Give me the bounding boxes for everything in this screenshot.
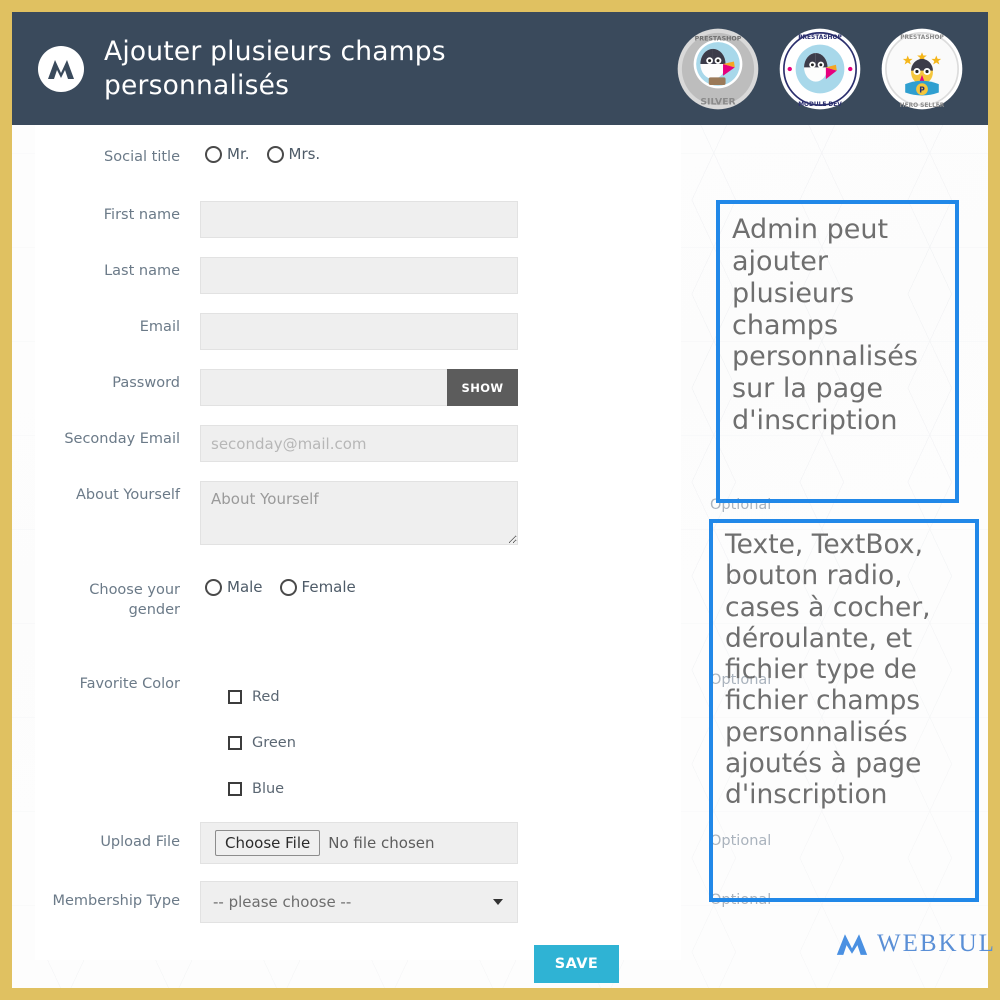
form-row-membership-type: Membership Type -- please choose -- Opti… xyxy=(35,881,771,924)
prestashop-super-hero-seller-badge: P PRESTASHOP HERO SELLER xyxy=(881,28,963,109)
callout-admin-custom-fields: Admin peut ajouter plusieurs champs pers… xyxy=(716,200,959,503)
poster-root: Ajouter plusieurs champs personnalisés P… xyxy=(0,0,1000,1000)
social-title-radio-group[interactable]: Mr. Mrs. xyxy=(200,143,695,163)
checkbox-unchecked-icon xyxy=(228,782,242,797)
about-yourself-label: About Yourself xyxy=(75,487,180,503)
first-name-label: First name xyxy=(103,207,180,223)
form-row-social-title: Social title Mr. Mrs. xyxy=(35,143,695,173)
form-row-upload-file: Upload File Choose File No file chosen O… xyxy=(35,822,771,865)
webkul-footer-logo: WEBKUL xyxy=(835,930,996,958)
checkbox-unchecked-icon xyxy=(228,736,242,751)
prestashop-partner-module-developer-badge: PRESTASHOP MODULE DEV xyxy=(779,28,861,109)
show-password-button[interactable]: SHOW xyxy=(447,369,518,406)
radio-label: Male xyxy=(227,578,263,596)
radio-gender-male[interactable]: Male xyxy=(200,578,263,596)
svg-text:SILVER: SILVER xyxy=(700,96,735,107)
form-row-first-name: First name xyxy=(35,201,695,238)
radio-unchecked-icon xyxy=(266,145,284,163)
form-row-password: Password SHOW xyxy=(35,369,695,406)
svg-text:PRESTASHOP: PRESTASHOP xyxy=(900,34,944,40)
header-bar: Ajouter plusieurs champs personnalisés P… xyxy=(12,12,988,125)
checkbox-color-blue[interactable]: Blue xyxy=(200,766,695,812)
email-label: Email xyxy=(139,319,180,335)
gender-radio-group[interactable]: Male Female xyxy=(200,576,695,596)
form-row-favorite-color: Favorite Color Optional Red Green Blue xyxy=(35,670,772,812)
radio-unchecked-icon xyxy=(279,578,297,596)
first-name-input[interactable] xyxy=(200,201,518,238)
last-name-input[interactable] xyxy=(200,257,518,294)
checkbox-label: Green xyxy=(252,735,296,752)
radio-label: Mr. xyxy=(227,145,250,163)
form-row-gender: Choose your gender Male Female xyxy=(35,576,695,620)
radio-label: Female xyxy=(301,578,356,596)
checkbox-unchecked-icon xyxy=(228,690,242,705)
favorite-color-checkbox-group[interactable]: Red Green Blue xyxy=(200,670,695,812)
social-title-label: Social title xyxy=(104,149,180,165)
radio-unchecked-icon xyxy=(205,578,222,596)
radio-unchecked-icon xyxy=(205,145,222,163)
radio-social-title-mrs[interactable]: Mrs. xyxy=(262,145,321,163)
checkbox-label: Blue xyxy=(252,781,285,798)
last-name-label: Last name xyxy=(104,263,180,279)
password-label: Password xyxy=(112,375,180,391)
page-title: Ajouter plusieurs champs personnalisés xyxy=(104,35,446,101)
upload-file-label: Upload File xyxy=(100,834,180,851)
checkbox-label: Red xyxy=(252,689,280,706)
form-row-seconday-email: Seconday Email xyxy=(35,425,695,462)
password-field-group: SHOW xyxy=(200,369,518,406)
radio-label: Mrs. xyxy=(288,145,321,163)
favorite-color-label: Favorite Color xyxy=(79,676,180,693)
about-yourself-textarea[interactable] xyxy=(200,481,518,545)
svg-text:PRESTASHOP: PRESTASHOP xyxy=(798,34,842,40)
checkbox-color-green[interactable]: Green xyxy=(200,720,695,766)
membership-type-value: -- please choose -- xyxy=(213,893,352,912)
registration-form: Social title Mr. Mrs. First name Last na… xyxy=(35,125,772,984)
password-input[interactable] xyxy=(200,369,447,406)
radio-social-title-mr[interactable]: Mr. xyxy=(200,145,250,163)
membership-type-label: Membership Type xyxy=(52,893,180,910)
membership-type-select[interactable]: -- please choose -- xyxy=(200,881,518,924)
radio-gender-female[interactable]: Female xyxy=(275,578,356,596)
webkul-w-icon xyxy=(38,45,84,92)
svg-text:PRESTASHOP: PRESTASHOP xyxy=(695,35,742,42)
gender-label: Choose your gender xyxy=(89,582,180,618)
seconday-email-input[interactable] xyxy=(200,425,518,462)
chevron-down-icon xyxy=(493,899,503,906)
svg-text:HERO SELLER: HERO SELLER xyxy=(900,102,945,108)
email-input[interactable] xyxy=(200,313,518,350)
upload-file-input[interactable]: Choose File No file chosen xyxy=(200,822,518,865)
choose-file-button[interactable]: Choose File xyxy=(215,830,321,857)
checkbox-color-red[interactable]: Red xyxy=(200,674,695,720)
form-row-last-name: Last name xyxy=(35,257,695,294)
save-button[interactable]: SAVE xyxy=(534,945,619,984)
chosen-file-name: No file chosen xyxy=(328,834,435,853)
callout-field-types: Texte, TextBox, bouton radio, cases à co… xyxy=(709,519,979,902)
form-row-about-yourself: About Yourself Optional xyxy=(35,481,771,550)
svg-text:P: P xyxy=(919,85,925,94)
badge-group: PRESTASHOP SILVER PRESTASHOP MODULE DEV xyxy=(676,27,964,111)
form-row-email: Email xyxy=(35,313,695,350)
prestashop-partner-silver-badge: PRESTASHOP SILVER xyxy=(677,28,759,109)
svg-text:MODULE DEV: MODULE DEV xyxy=(798,101,842,107)
webkul-w-icon xyxy=(836,934,868,955)
seconday-email-label: Seconday Email xyxy=(64,431,180,447)
webkul-brand-text: WEBKUL xyxy=(877,930,996,957)
form-actions: SAVE xyxy=(35,945,695,984)
